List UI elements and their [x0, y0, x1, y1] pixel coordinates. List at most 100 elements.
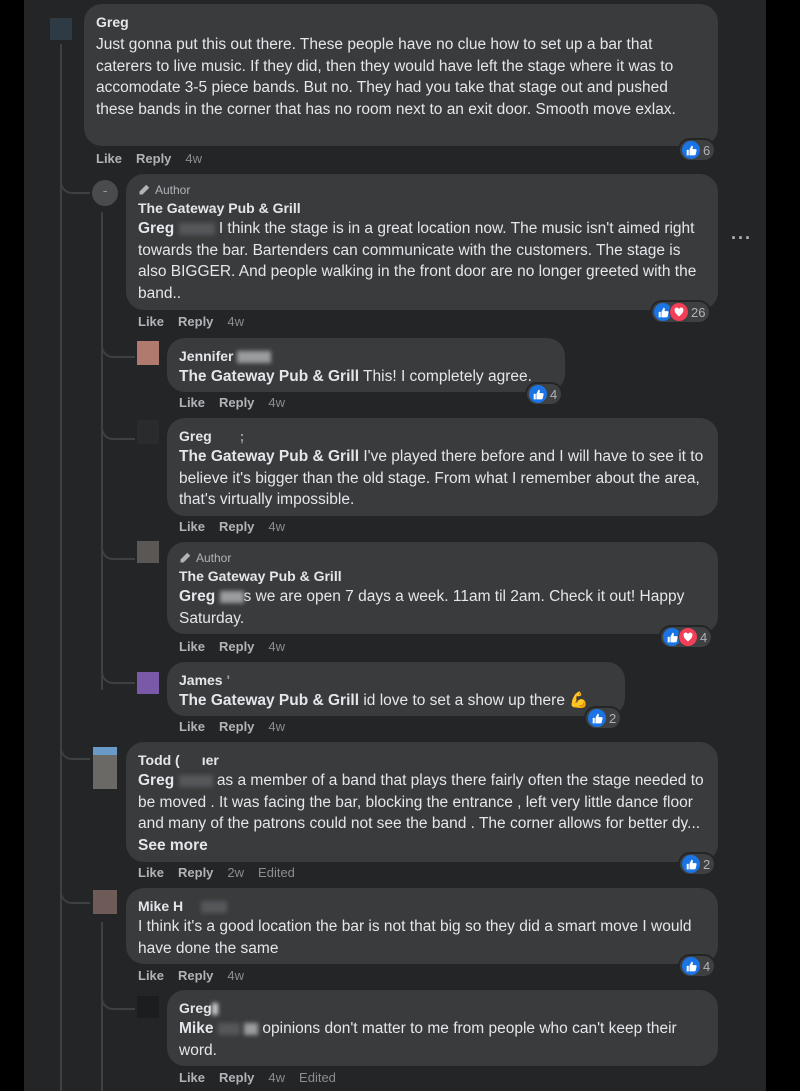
reaction-summary[interactable]: 6 [680, 140, 715, 160]
reaction-count: 4 [550, 386, 558, 402]
timestamp[interactable]: 4w [268, 1070, 285, 1086]
like-button[interactable]: Like [179, 395, 205, 411]
commenter-name[interactable]: Greg [179, 998, 706, 1018]
commenter-name[interactable]: Greg [96, 12, 706, 32]
timestamp[interactable]: 4w [268, 719, 285, 735]
avatar[interactable] [137, 420, 159, 444]
thumbs-up-icon [682, 957, 700, 975]
reply-button[interactable]: Reply [219, 639, 254, 655]
reaction-count: 6 [703, 142, 711, 158]
reaction-summary[interactable]: 2 [680, 854, 715, 874]
thread-connector [101, 664, 135, 684]
timestamp[interactable]: 4w [268, 395, 285, 411]
timestamp[interactable]: 4w [268, 639, 285, 655]
reply-button[interactable]: Reply [219, 519, 254, 535]
mention-link[interactable]: The Gateway Pub & Grill [179, 692, 359, 709]
avatar[interactable] [137, 672, 159, 694]
like-button[interactable]: Like [138, 968, 164, 984]
thread-line [101, 212, 103, 690]
reaction-summary[interactable]: 26 [652, 302, 710, 322]
heart-icon [670, 303, 688, 321]
mention-link[interactable]: Greg [138, 220, 174, 237]
comment-bubble: Greg ; The Gateway Pub & Grill I've play… [167, 418, 718, 516]
reply-button[interactable]: Reply [219, 395, 254, 411]
reply-button[interactable]: Reply [136, 151, 171, 167]
author-label: Author [196, 551, 232, 565]
reply-button[interactable]: Reply [219, 719, 254, 735]
comment-bubble: Greg Mike opinions don't matter to me fr… [167, 990, 718, 1066]
avatar[interactable]: ~ [92, 180, 118, 206]
avatar[interactable] [50, 18, 72, 40]
comment-text: The Gateway Pub & Grill I've played ther… [179, 446, 706, 511]
timestamp[interactable]: 4w [185, 151, 202, 167]
redacted-block [219, 590, 244, 603]
mention-link[interactable]: Mike [179, 1020, 213, 1037]
commenter-name[interactable]: Jennifer [179, 346, 553, 366]
commenter-name[interactable]: Todd (ıer [138, 750, 706, 770]
timestamp[interactable]: 4w [268, 519, 285, 535]
timestamp[interactable]: 2w [227, 865, 244, 881]
thumbs-up-icon [682, 855, 700, 873]
reaction-summary[interactable]: 4 [680, 956, 715, 976]
more-options-icon[interactable]: ··· [731, 228, 752, 249]
see-more-link[interactable]: See more [138, 837, 208, 854]
redacted-block [217, 1022, 240, 1035]
timestamp[interactable]: 4w [227, 314, 244, 330]
timestamp[interactable]: 4w [227, 968, 244, 984]
comment-text: Just gonna put this out there. These peo… [96, 36, 676, 118]
reply-button[interactable]: Reply [219, 1070, 254, 1086]
comment-body: s we are open 7 days a week. 11am til 2a… [179, 588, 685, 627]
thumbs-up-icon [529, 385, 547, 403]
comment-actions: Like Reply 4w [179, 519, 285, 535]
commenter-name[interactable]: Greg ; [179, 426, 706, 446]
like-button[interactable]: Like [138, 314, 164, 330]
comment-body: id love to set a show up there [363, 692, 565, 709]
comment-bubble: Greg Just gonna put this out there. Thes… [84, 4, 718, 146]
like-button[interactable]: Like [179, 1070, 205, 1086]
commenter-name[interactable]: The Gateway Pub & Grill [138, 198, 706, 218]
avatar[interactable] [137, 341, 159, 365]
comment-actions: Like Reply 4w Edited [179, 1070, 336, 1086]
reply-button[interactable]: Reply [178, 314, 213, 330]
like-button[interactable]: Like [96, 151, 122, 167]
like-button[interactable]: Like [179, 639, 205, 655]
like-button[interactable]: Like [179, 519, 205, 535]
reaction-summary[interactable]: 4 [527, 384, 562, 404]
edited-label: Edited [258, 865, 295, 880]
comment-bubble: Todd (ıer Greg as a member of a band tha… [126, 742, 718, 862]
reaction-summary[interactable]: 2 [586, 708, 621, 728]
comment-text: The Gateway Pub & Grill id love to set a… [179, 690, 613, 712]
mention-link[interactable]: The Gateway Pub & Grill [179, 448, 359, 465]
commenter-name[interactable]: James ' [179, 670, 613, 690]
comment-text: Greg s we are open 7 days a week. 11am t… [179, 586, 706, 629]
comment-bubble: Jennifer The Gateway Pub & Grill This! I… [167, 338, 565, 392]
comment-text: Greg as a member of a band that plays th… [138, 770, 706, 856]
mention-link[interactable]: The Gateway Pub & Grill [179, 368, 359, 385]
author-badge: Author [138, 182, 706, 198]
avatar[interactable] [137, 996, 159, 1018]
reaction-count: 26 [691, 304, 706, 320]
thumbs-up-icon [588, 709, 606, 727]
like-button[interactable]: Like [138, 865, 164, 881]
mention-link[interactable]: Greg [138, 772, 174, 789]
thumbs-up-icon [682, 141, 700, 159]
comment-bubble: Mike H I think it's a good location the … [126, 888, 718, 964]
redacted-block [178, 774, 213, 787]
heart-icon [679, 628, 697, 646]
reply-button[interactable]: Reply [178, 865, 213, 881]
like-button[interactable]: Like [179, 719, 205, 735]
avatar[interactable] [93, 890, 117, 914]
commenter-name[interactable]: Mike H [138, 896, 706, 916]
thread-connector [60, 740, 90, 760]
thread-connector [101, 540, 135, 560]
redacted-block [211, 1003, 218, 1016]
reply-button[interactable]: Reply [178, 968, 213, 984]
mention-link[interactable]: Greg [179, 588, 215, 605]
avatar[interactable] [93, 747, 117, 789]
avatar[interactable] [137, 541, 159, 563]
redacted-block [237, 351, 272, 364]
redacted-block [244, 1022, 259, 1035]
commenter-name[interactable]: The Gateway Pub & Grill [179, 566, 706, 586]
comment-actions: Like Reply 4w [179, 719, 285, 735]
reaction-summary[interactable]: 4 [661, 627, 712, 647]
